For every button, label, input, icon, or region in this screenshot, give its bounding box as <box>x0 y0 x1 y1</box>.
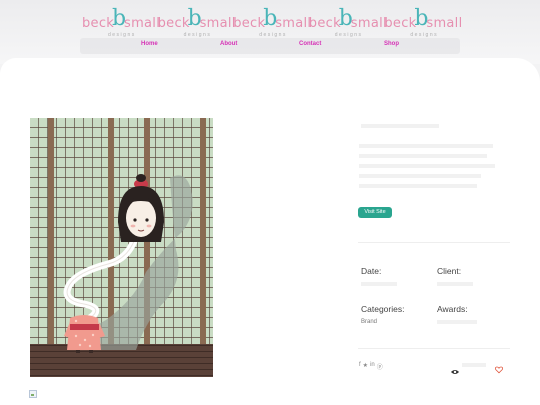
logo-word-beck: beck <box>233 16 266 31</box>
twitter-icon[interactable]: ★ <box>363 362 368 371</box>
logo-unit: beck b small designs <box>82 8 161 39</box>
logo[interactable]: beck b small designs beck b small design… <box>82 8 463 39</box>
description-line <box>359 184 477 188</box>
main-nav: Home About Contact Shop <box>80 38 460 54</box>
categories-label: Categories: <box>361 304 405 314</box>
divider <box>358 348 510 349</box>
eye-icon[interactable] <box>451 362 459 374</box>
view-count-placeholder <box>462 363 486 367</box>
logo-unit: beck b small designs <box>384 8 463 39</box>
description-line <box>359 174 481 178</box>
logo-unit: beck b small designs <box>308 8 387 39</box>
date-label: Date: <box>361 266 382 276</box>
logo-word-beck: beck <box>308 16 341 31</box>
pinterest-icon[interactable]: ⓟ <box>377 362 383 371</box>
nav-about-link[interactable]: About <box>220 41 237 47</box>
logo-word-small: small <box>426 16 463 31</box>
linkedin-icon[interactable]: in <box>370 362 375 371</box>
logo-word-small: small <box>350 16 387 31</box>
date-value-placeholder <box>361 282 397 286</box>
project-title-placeholder <box>361 124 439 128</box>
categories-value[interactable]: Brand <box>361 319 377 325</box>
visit-site-button[interactable]: Visit Site <box>358 207 392 218</box>
logo-unit: beck b small designs <box>233 8 312 39</box>
heart-icon[interactable] <box>494 361 504 374</box>
broken-image-icon <box>29 390 37 398</box>
awards-label: Awards: <box>437 304 468 314</box>
logo-word-small: small <box>275 16 312 31</box>
description-line <box>359 164 495 168</box>
logo-word-small: small <box>124 16 161 31</box>
client-value-placeholder <box>437 282 473 286</box>
description-line <box>359 154 487 158</box>
nav-home-link[interactable]: Home <box>141 41 158 47</box>
logo-unit: beck b small designs <box>157 8 236 39</box>
divider <box>358 242 510 243</box>
logo-word-beck: beck <box>157 16 190 31</box>
awards-value-placeholder <box>437 320 477 324</box>
description-line <box>359 144 493 148</box>
share-icons: f ★ in ⓟ <box>359 362 383 371</box>
logo-word-beck: beck <box>82 16 115 31</box>
nav-contact-link[interactable]: Contact <box>299 41 321 47</box>
project-illustration <box>30 118 213 377</box>
client-label: Client: <box>437 266 462 276</box>
nav-shop-link[interactable]: Shop <box>384 41 399 47</box>
logo-word-beck: beck <box>384 16 417 31</box>
logo-word-small: small <box>199 16 236 31</box>
facebook-icon[interactable]: f <box>359 362 361 371</box>
site-header: beck b small designs beck b small design… <box>0 0 540 64</box>
